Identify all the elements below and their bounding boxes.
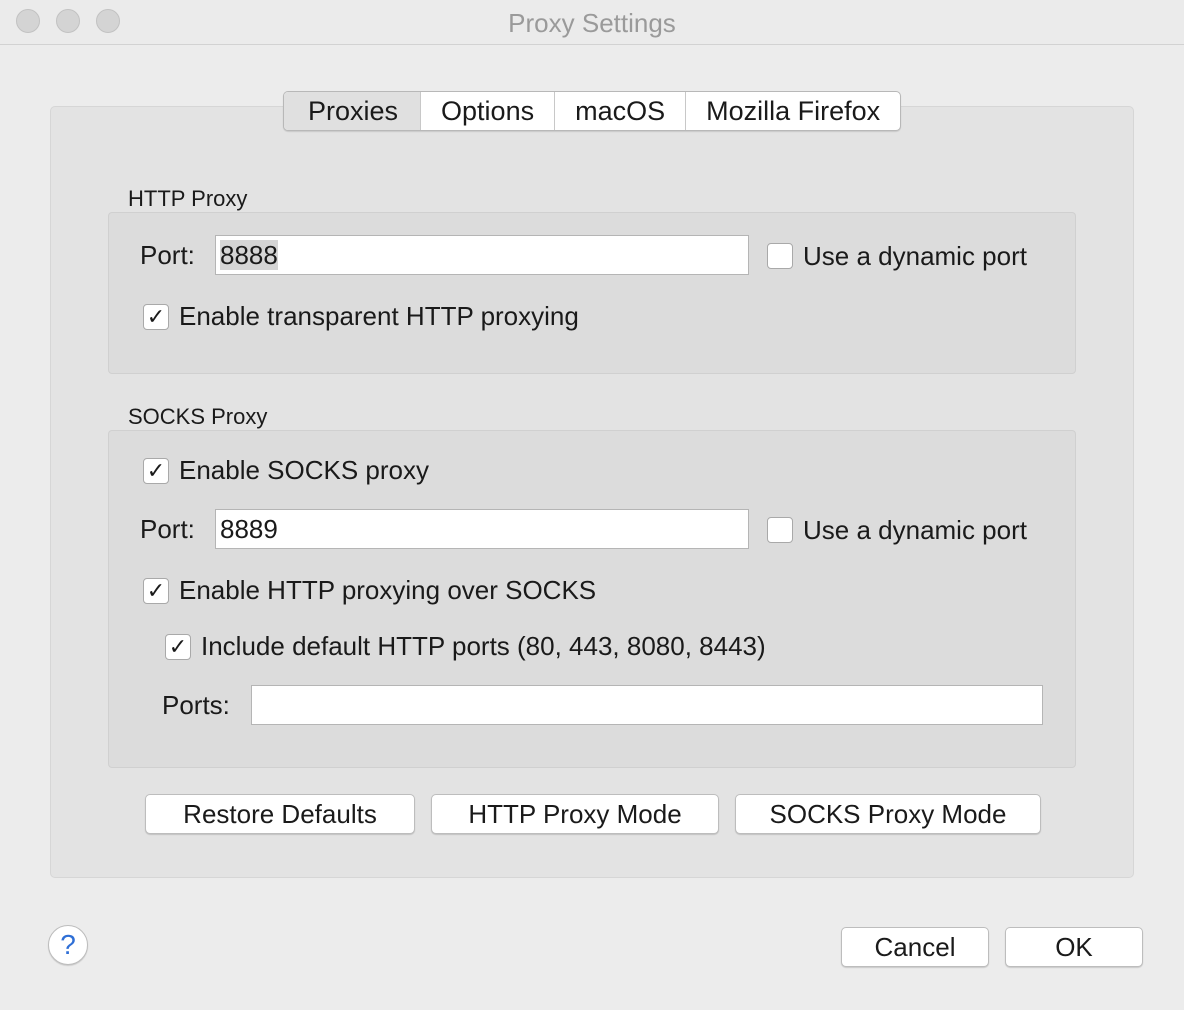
restore-defaults-button[interactable]: Restore Defaults bbox=[145, 794, 415, 834]
http-proxy-group-title: HTTP Proxy bbox=[128, 186, 248, 211]
help-icon[interactable]: ? bbox=[48, 925, 88, 965]
socks-proxy-group-title: SOCKS Proxy bbox=[128, 404, 268, 429]
http-proxy-mode-button[interactable]: HTTP Proxy Mode bbox=[431, 794, 719, 834]
http-over-socks-label: Enable HTTP proxying over SOCKS bbox=[179, 575, 597, 605]
checkmark-icon: ✓ bbox=[168, 634, 188, 659]
checkmark-icon: ✓ bbox=[146, 578, 166, 603]
http-over-socks-checkbox[interactable]: ✓ bbox=[143, 578, 169, 604]
transparent-http-label: Enable transparent HTTP proxying bbox=[179, 301, 579, 331]
checkmark-icon: ✓ bbox=[146, 458, 166, 483]
ports-field[interactable] bbox=[251, 685, 1043, 725]
transparent-http-checkbox[interactable]: ✓ bbox=[143, 304, 169, 330]
enable-socks-label: Enable SOCKS proxy bbox=[179, 455, 430, 485]
title-bar[interactable]: Proxy Settings bbox=[0, 0, 1184, 45]
http-dynamic-port-label: Use a dynamic port bbox=[803, 241, 1027, 271]
socks-port-label: Port: bbox=[140, 514, 195, 544]
enable-socks-checkbox[interactable]: ✓ bbox=[143, 458, 169, 484]
tab-macos[interactable]: macOS bbox=[555, 92, 687, 130]
http-port-field[interactable]: 8888 bbox=[215, 235, 749, 275]
include-default-ports-checkbox[interactable]: ✓ bbox=[165, 634, 191, 660]
cancel-button[interactable]: Cancel bbox=[841, 927, 989, 967]
socks-dynamic-port-checkbox[interactable] bbox=[767, 517, 793, 543]
socks-port-field[interactable]: 8889 bbox=[215, 509, 749, 549]
http-dynamic-port-checkbox[interactable] bbox=[767, 243, 793, 269]
proxy-settings-window: Proxy Settings Proxies Options macOS Moz… bbox=[0, 0, 1184, 1010]
tab-options[interactable]: Options bbox=[421, 92, 556, 130]
tab-proxies[interactable]: Proxies bbox=[284, 92, 422, 130]
window-title: Proxy Settings bbox=[508, 8, 676, 38]
http-port-label: Port: bbox=[140, 240, 195, 270]
checkmark-icon: ✓ bbox=[146, 304, 166, 329]
tab-mozilla-firefox[interactable]: Mozilla Firefox bbox=[686, 92, 900, 130]
tab-bar: Proxies Options macOS Mozilla Firefox bbox=[283, 91, 902, 131]
http-port-value: 8888 bbox=[220, 240, 278, 270]
ok-button[interactable]: OK bbox=[1005, 927, 1143, 967]
socks-proxy-mode-button[interactable]: SOCKS Proxy Mode bbox=[735, 794, 1041, 834]
ports-label: Ports: bbox=[162, 690, 230, 720]
socks-dynamic-port-label: Use a dynamic port bbox=[803, 515, 1027, 545]
include-default-ports-label: Include default HTTP ports (80, 443, 808… bbox=[201, 631, 766, 661]
